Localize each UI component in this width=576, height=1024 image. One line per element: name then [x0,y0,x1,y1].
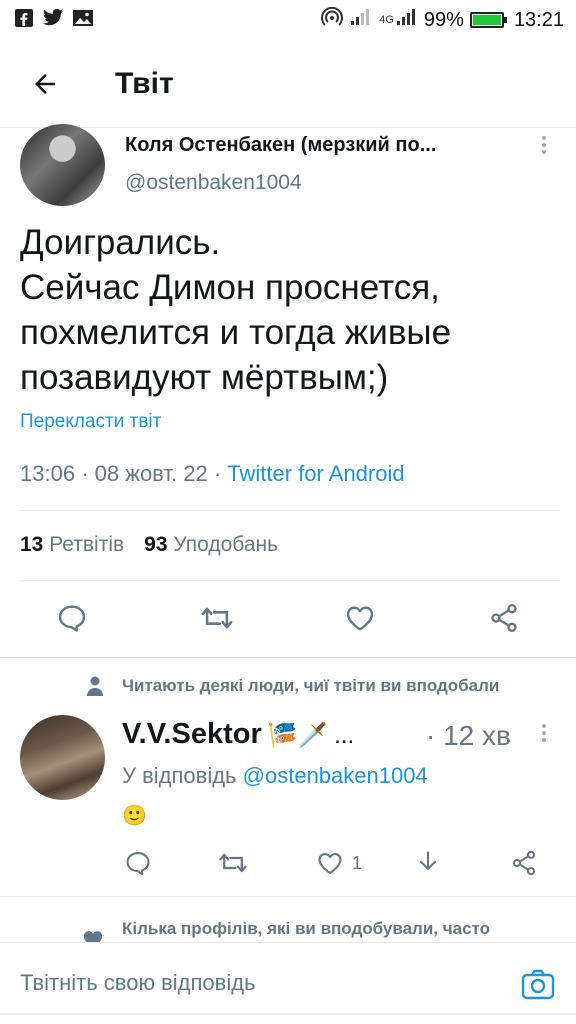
status-time: 13:21 [513,8,564,31]
gallery-icon [72,8,94,33]
network-type: 4G [379,14,394,26]
like-button[interactable] [338,596,382,640]
back-button[interactable] [17,56,73,112]
twitter-icon [42,8,64,33]
retweets-count: 13 [20,533,44,556]
download-icon [419,851,437,870]
more-dot [542,143,546,147]
translate-tweet-link[interactable]: Перекласти твіт [20,411,161,433]
reply-input[interactable] [20,961,490,1005]
reply-author-name-suffix: 🎏🗡️ ... [267,722,355,749]
reply-icon [126,852,150,876]
tweet-more-options-button[interactable] [534,136,554,154]
reply-author-avatar[interactable] [20,715,105,800]
in-reply-to: У відповідь @ostenbaken1004 [122,763,428,789]
likes-label: Уподобань [173,533,279,556]
like-icon [318,852,342,874]
battery-percent: 99% [423,8,464,31]
meta-separator: · [213,461,222,486]
likes-count: 93 [144,533,168,556]
person-icon [85,675,105,697]
battery-level [472,15,501,25]
more-dot [542,150,546,154]
reply-download-button[interactable] [414,843,442,883]
status-system-icons: 4G 99% 13:21 [321,6,564,33]
next-context-text: Кілька профілів, які ви вподобували, час… [122,919,491,938]
reply-retweet-button[interactable] [218,843,248,883]
signal-icon [349,7,373,33]
reply-text: 🙂 [122,805,147,827]
divider [0,896,576,897]
share-icon [512,850,536,876]
like-icon [346,606,374,631]
more-dot [542,724,546,728]
camera-icon [521,969,555,1000]
facebook-icon [14,8,34,33]
divider [20,580,560,581]
retweet-icon [219,853,247,873]
retweet-icon [201,607,233,629]
reply-author-name-text: V.V.Sektor [122,718,262,750]
retweets-label: Ретвітів [49,533,125,556]
social-context-text: Читають деякі люди, чиї твіти ви вподоба… [122,676,500,695]
tweet-metadata: 13:06 · 08 жовт. 22 · Twitter for Androi… [20,461,405,487]
reply-like-count: 1 [352,852,363,873]
battery-icon [469,12,507,28]
reply-social-context: Читають деякі люди, чиї твіти ви вподоба… [85,675,499,697]
status-notification-icons [14,8,94,33]
retweets-stat[interactable]: 13 Ретвітів [20,533,124,557]
divider [20,510,560,511]
next-social-context: Кілька профілів, які ви вподобували, час… [81,912,576,946]
reply-composer [0,942,576,1024]
author-name[interactable]: Коля Остенбакен (мерзкий по... [125,134,505,157]
more-dot [542,136,546,140]
author-handle[interactable]: @ostenbaken1004 [125,171,302,195]
meta-separator: · [81,461,89,486]
section-divider [0,657,576,658]
reply-icon [58,605,86,632]
reply-author-name[interactable]: V.V.Sektor 🎏🗡️ ... [122,718,354,751]
retweet-button[interactable] [195,596,239,640]
more-dot [542,731,546,735]
share-icon [491,604,517,632]
tweet-source-link[interactable]: Twitter for Android [227,461,404,486]
signal-4g-icon [396,7,418,33]
composer-underline [0,1013,576,1015]
more-dot [542,738,546,742]
status-bar: 4G 99% 13:21 [0,0,576,40]
tweet-stats: 13 Ретвітів 93 Уподобань [20,533,278,557]
reply-like-button[interactable]: 1 [316,843,362,883]
tweet-date: 08 жовт. 22 [94,461,208,486]
top-app-bar: Твіт [0,40,576,128]
reply-button[interactable] [50,596,94,640]
reply-time: · 12 хв [426,720,511,751]
share-button[interactable] [482,596,526,640]
tweet-time: 13:06 [20,461,76,486]
in-reply-to-label: У відповідь [122,763,237,788]
reply-reply-button[interactable] [124,843,152,883]
tweet-action-bar [0,596,576,644]
camera-button[interactable] [518,965,558,1005]
hotspot-icon [321,6,344,33]
in-reply-to-handle[interactable]: @ostenbaken1004 [243,763,428,788]
likes-stat[interactable]: 93 Уподобань [144,533,278,557]
arrow-left-icon [35,74,55,94]
author-avatar[interactable] [20,124,105,206]
reply-action-bar: 1 [0,843,576,883]
page-title: Твіт [115,67,174,100]
reply-more-options-button[interactable] [534,724,554,742]
tweet-text: Доигрались. Сейчас Димон проснется, похм… [20,223,452,397]
header-divider [0,127,576,128]
reply-share-button[interactable] [510,843,538,883]
